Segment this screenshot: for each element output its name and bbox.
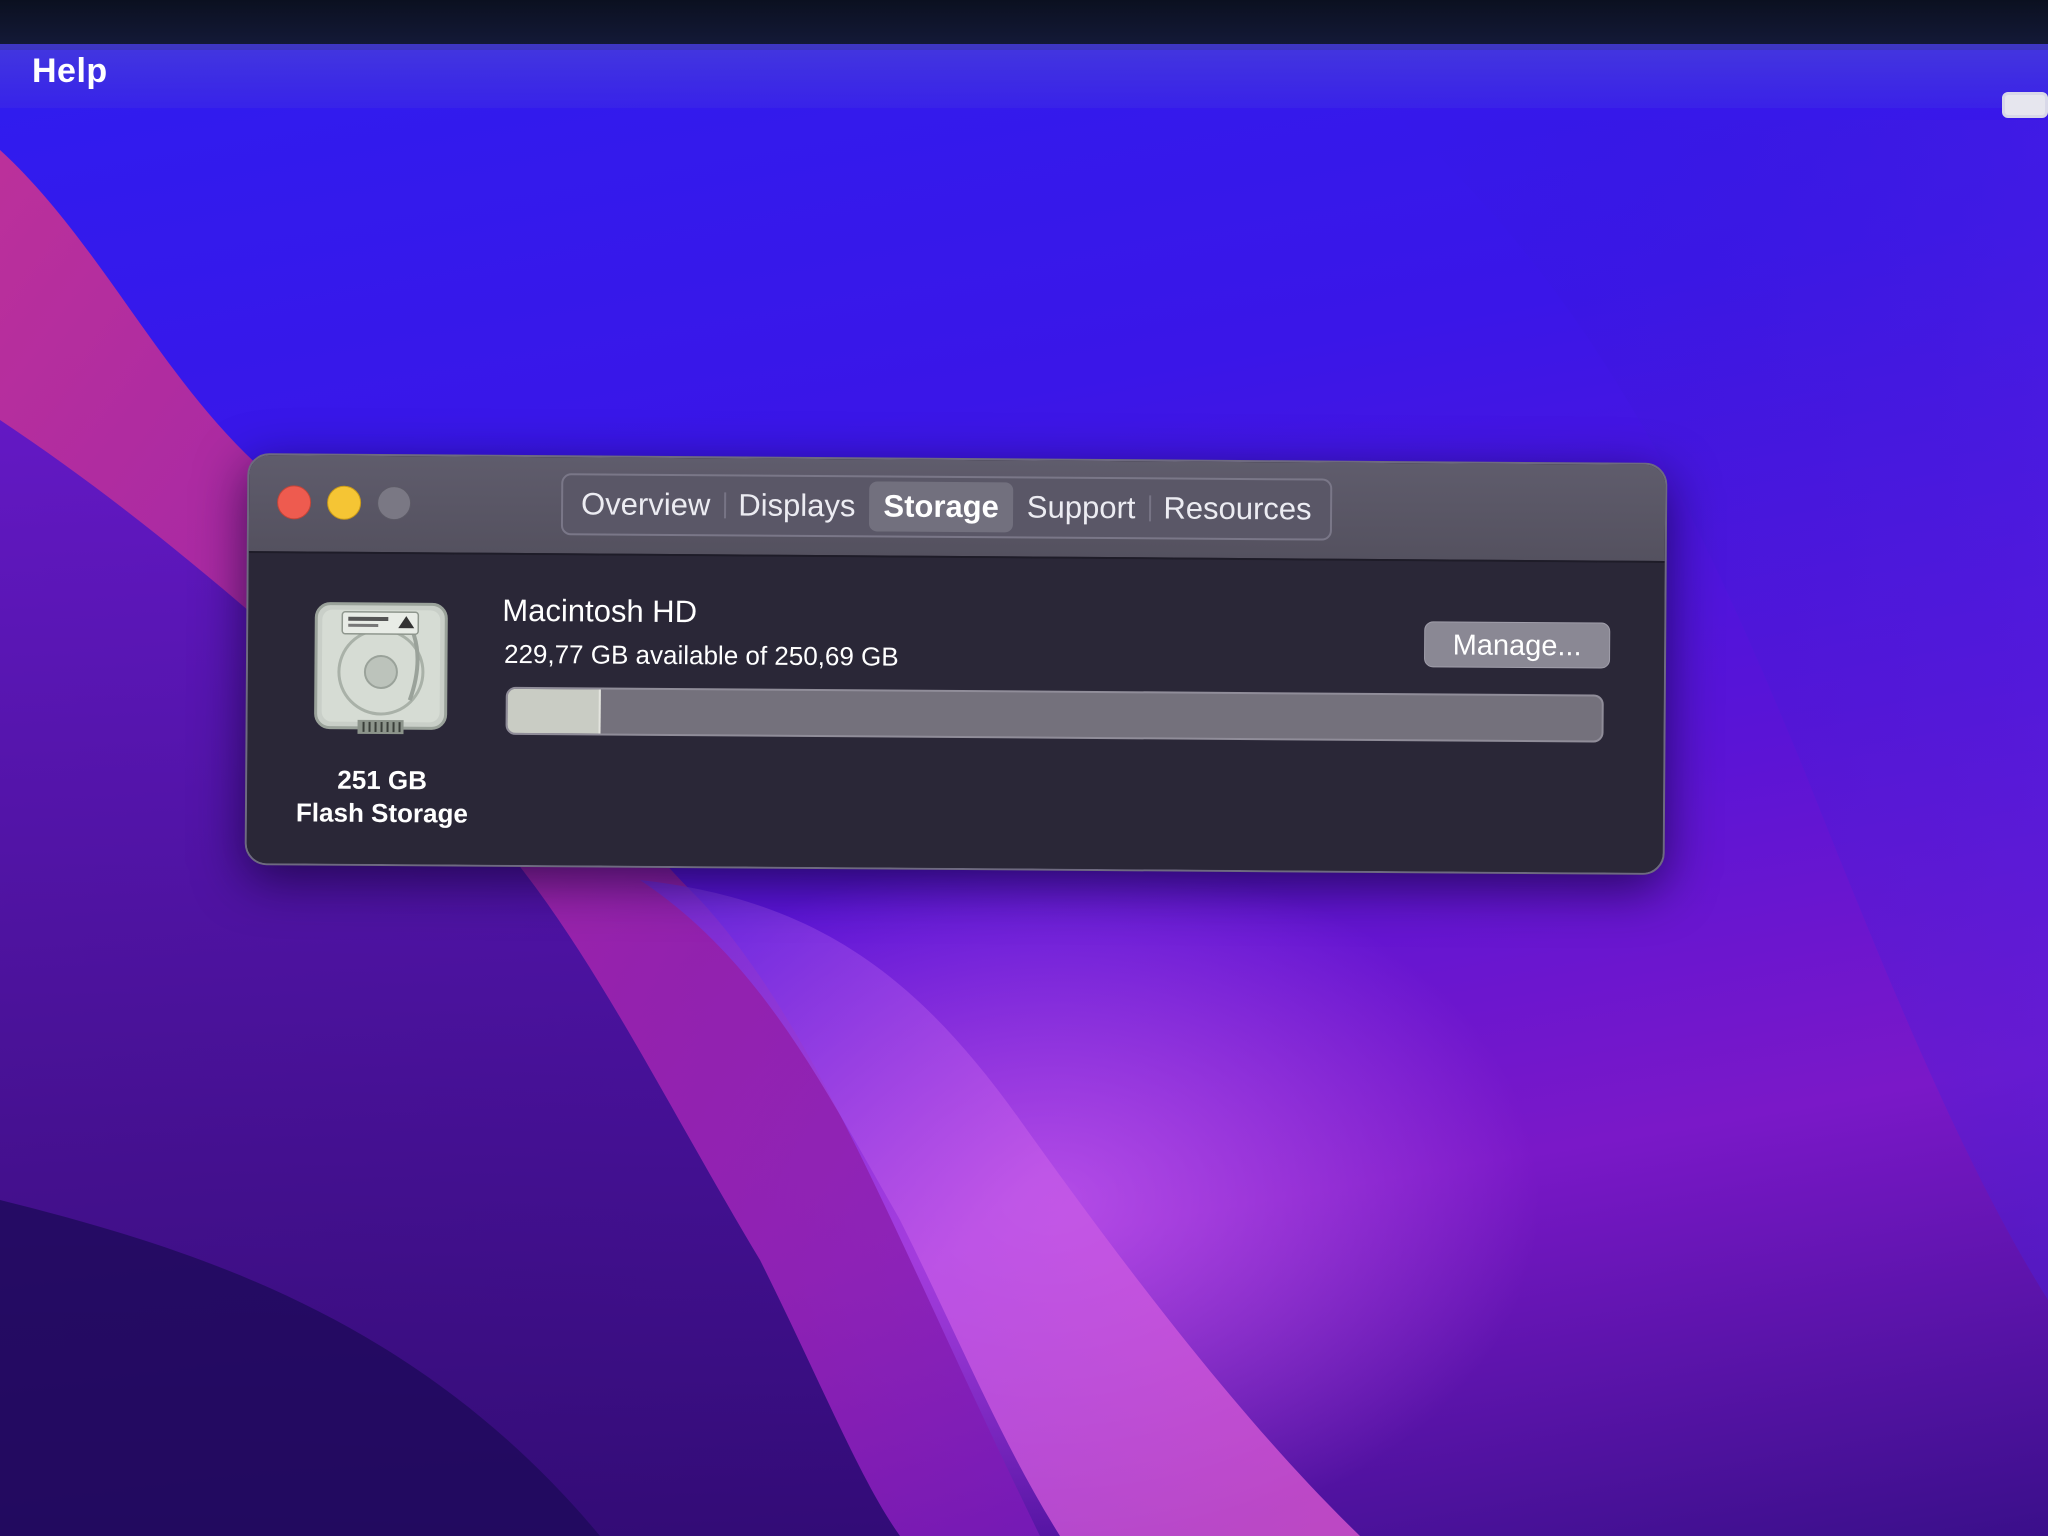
volume-availability: 229,77 GB available of 250,69 GB <box>503 638 899 672</box>
disk-capacity: 251 GB <box>337 764 428 796</box>
tab-storage[interactable]: Storage <box>869 481 1014 533</box>
storage-usage-bar <box>505 686 1604 743</box>
tab-displays[interactable]: Displays <box>724 480 870 531</box>
menu-help[interactable]: Help <box>32 52 108 91</box>
tab-bar: Overview Displays Storage Support Resour… <box>560 473 1332 541</box>
disk-type: Flash Storage <box>295 797 469 829</box>
volume-name: Macintosh HD <box>502 592 698 630</box>
screen-bezel <box>0 0 2048 50</box>
tab-resources[interactable]: Resources <box>1149 483 1326 534</box>
window-titlebar: Overview Displays Storage Support Resour… <box>248 455 1666 563</box>
manage-button[interactable]: Manage... <box>1423 621 1611 669</box>
close-button[interactable] <box>276 485 312 520</box>
storage-used-segment <box>507 688 602 734</box>
battery-icon[interactable] <box>2002 92 2048 118</box>
minimize-button[interactable] <box>326 485 362 520</box>
zoom-button <box>376 485 412 521</box>
disk-info: 251 GB Flash Storage <box>277 763 487 830</box>
hard-drive-icon <box>314 602 448 735</box>
menu-bar <box>0 44 2048 108</box>
about-this-mac-window: Overview Displays Storage Support Resour… <box>244 453 1668 875</box>
storage-panel: 251 GB Flash Storage Macintosh HD 229,77… <box>246 553 1665 875</box>
tab-overview[interactable]: Overview <box>567 479 725 530</box>
tab-support[interactable]: Support <box>1013 482 1150 533</box>
